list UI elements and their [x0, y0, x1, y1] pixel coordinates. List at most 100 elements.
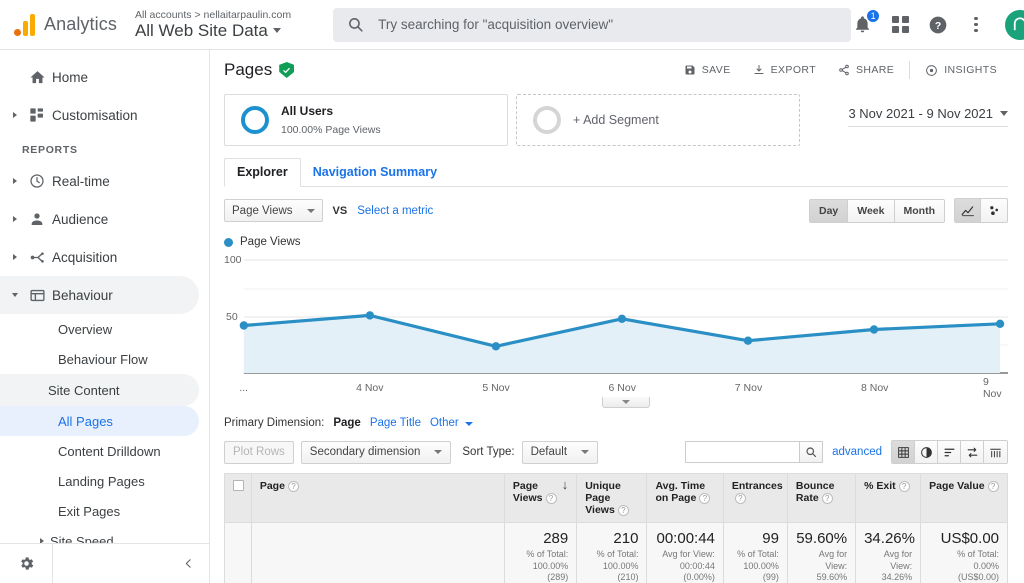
export-label: EXPORT — [770, 64, 817, 76]
sidebar-item-exit-pages[interactable]: Exit Pages — [0, 496, 199, 526]
help-icon[interactable]: ? — [821, 492, 833, 504]
summary-pct-exit-value: 34.26% — [864, 530, 915, 547]
export-button[interactable]: EXPORT — [742, 58, 827, 82]
granularity-month[interactable]: Month — [894, 199, 944, 222]
add-segment-button[interactable]: + Add Segment — [516, 94, 800, 146]
col-page[interactable]: Page? — [250, 473, 505, 523]
select-all-checkbox[interactable] — [233, 480, 244, 491]
customisation-icon — [22, 107, 52, 123]
insights-button[interactable]: INSIGHTS — [914, 58, 1008, 82]
table-search[interactable] — [685, 441, 824, 463]
motion-chart-icon[interactable] — [981, 199, 1007, 222]
save-button[interactable]: SAVE — [673, 58, 742, 82]
sort-desc-icon: ↓ — [561, 477, 569, 492]
table-search-input[interactable] — [685, 441, 800, 463]
advanced-link[interactable]: advanced — [832, 446, 882, 458]
line-chart-icon[interactable] — [955, 199, 981, 222]
segment-all-users[interactable]: All Users 100.00% Page Views — [224, 94, 508, 146]
primary-dimension-page-title[interactable]: Page Title — [370, 417, 421, 429]
table-view-icon[interactable] — [892, 441, 915, 463]
analytics-app: Analytics All accounts > nellaitarpaulin… — [0, 0, 1024, 583]
select-a-metric-link[interactable]: Select a metric — [357, 205, 433, 217]
gear-icon[interactable] — [0, 555, 52, 572]
sidebar-item-home[interactable]: Home — [0, 58, 199, 96]
secondary-dimension-select[interactable]: Secondary dimension — [300, 440, 452, 464]
help-icon[interactable]: ? — [734, 492, 746, 504]
help-icon[interactable]: ? — [287, 480, 299, 492]
sidebar-item-audience[interactable]: Audience — [0, 200, 199, 238]
segment-text: All Users 100.00% Page Views — [281, 102, 381, 138]
sidebar-item-overview[interactable]: Overview — [0, 314, 199, 344]
col-entrances[interactable]: Entrances? — [722, 473, 788, 523]
avatar[interactable] — [1005, 9, 1024, 40]
property-selector[interactable]: All Web Site Data — [135, 21, 291, 41]
col-page-views[interactable]: ↓ Page Views? — [503, 473, 578, 523]
col-page-views-label: Page Views — [512, 480, 543, 504]
main-content: Pages SAVE EXPORT SHARE INSIGHTS All Use… — [210, 50, 1024, 583]
col-pct-exit[interactable]: % Exit? — [855, 473, 922, 523]
share-icon — [839, 64, 849, 76]
account-selector[interactable]: All accounts > nellaitarpaulin.com All W… — [135, 9, 291, 41]
chart-expand-handle[interactable] — [602, 397, 650, 408]
summary-avg-time-value: 00:00:44 — [656, 530, 715, 547]
sidebar-item-all-pages[interactable]: All Pages — [0, 406, 199, 436]
granularity-group: Day Week Month — [808, 198, 945, 223]
sort-type-select[interactable]: Default — [521, 440, 599, 464]
pie-view-icon[interactable] — [915, 441, 938, 463]
audience-expand-icon[interactable] — [8, 216, 22, 222]
date-range-picker[interactable]: 3 Nov 2021 - 9 Nov 2021 — [848, 94, 1008, 127]
plot-rows-button[interactable]: Plot Rows — [224, 440, 294, 464]
account-breadcrumb: All accounts > nellaitarpaulin.com — [134, 8, 292, 21]
col-avg-time-on-page[interactable]: Avg. Time on Page? — [646, 473, 724, 523]
realtime-expand-icon[interactable] — [8, 178, 22, 184]
sidebar-item-all-pages-label: All Pages — [58, 413, 113, 429]
help-icon[interactable]: ? — [545, 492, 557, 504]
view-type-group — [891, 440, 1008, 464]
help-icon[interactable]: ? — [617, 504, 629, 516]
comparison-view-icon[interactable] — [961, 441, 984, 463]
select-all-header[interactable] — [224, 473, 252, 523]
more-options-icon[interactable] — [965, 14, 987, 36]
sidebar-item-acquisition[interactable]: Acquisition — [0, 238, 199, 276]
analytics-logo[interactable]: Analytics — [14, 13, 117, 36]
sidebar-item-behaviour[interactable]: Behaviour — [0, 276, 199, 314]
granularity-week[interactable]: Week — [848, 199, 895, 222]
col-avg-time-on-page-label: Avg. Time on Page — [655, 480, 706, 504]
help-icon[interactable]: ? — [927, 14, 949, 36]
chart-x-axis: ... 4 Nov 5 Nov 6 Nov 7 Nov 8 Nov 9 Nov — [224, 376, 1008, 400]
sidebar-item-realtime[interactable]: Real-time — [0, 162, 199, 200]
col-unique-page-views[interactable]: Unique Page Views? — [576, 473, 648, 523]
x-tick-4: 7 Nov — [734, 382, 763, 394]
sidebar-item-behaviour-flow[interactable]: Behaviour Flow — [0, 344, 199, 374]
pivot-view-icon[interactable] — [984, 441, 1007, 463]
sidebar-item-home-label: Home — [52, 69, 89, 85]
page-views-chart[interactable]: 100 50 — [224, 254, 1008, 379]
behaviour-collapse-icon[interactable] — [8, 293, 22, 297]
help-icon[interactable]: ? — [987, 480, 999, 492]
sidebar-item-site-content[interactable]: Site Content — [0, 374, 199, 406]
metric-select[interactable]: Page Views — [224, 199, 323, 222]
customisation-expand-icon[interactable] — [8, 112, 22, 118]
table-search-button[interactable] — [799, 441, 824, 463]
sidebar-collapse-button[interactable] — [52, 544, 209, 583]
sidebar-item-customisation[interactable]: Customisation — [0, 96, 199, 134]
acquisition-expand-icon[interactable] — [8, 254, 22, 260]
apps-grid-icon[interactable] — [889, 14, 911, 36]
help-icon[interactable]: ? — [699, 492, 711, 504]
global-search[interactable]: Try searching for "acquisition overview" — [333, 7, 852, 42]
share-button[interactable]: SHARE — [827, 58, 905, 82]
performance-view-icon[interactable] — [938, 441, 961, 463]
tab-navigation-summary[interactable]: Navigation Summary — [301, 159, 449, 186]
col-bounce-rate[interactable]: Bounce Rate? — [786, 473, 857, 523]
x-tick-5: 8 Nov — [861, 382, 889, 394]
tab-explorer[interactable]: Explorer — [224, 158, 301, 187]
bell-icon[interactable]: 1 — [851, 8, 881, 36]
sidebar-item-landing-pages[interactable]: Landing Pages — [0, 466, 199, 496]
sidebar-item-site-speed[interactable]: Site Speed — [0, 526, 199, 543]
col-page-value[interactable]: Page Value? — [920, 473, 1008, 523]
primary-dimension-current[interactable]: Page — [333, 417, 361, 429]
sidebar-item-content-drilldown[interactable]: Content Drilldown — [0, 436, 199, 466]
primary-dimension-other[interactable]: Other — [430, 417, 473, 429]
help-icon[interactable]: ? — [898, 480, 910, 492]
granularity-day[interactable]: Day — [809, 199, 849, 222]
